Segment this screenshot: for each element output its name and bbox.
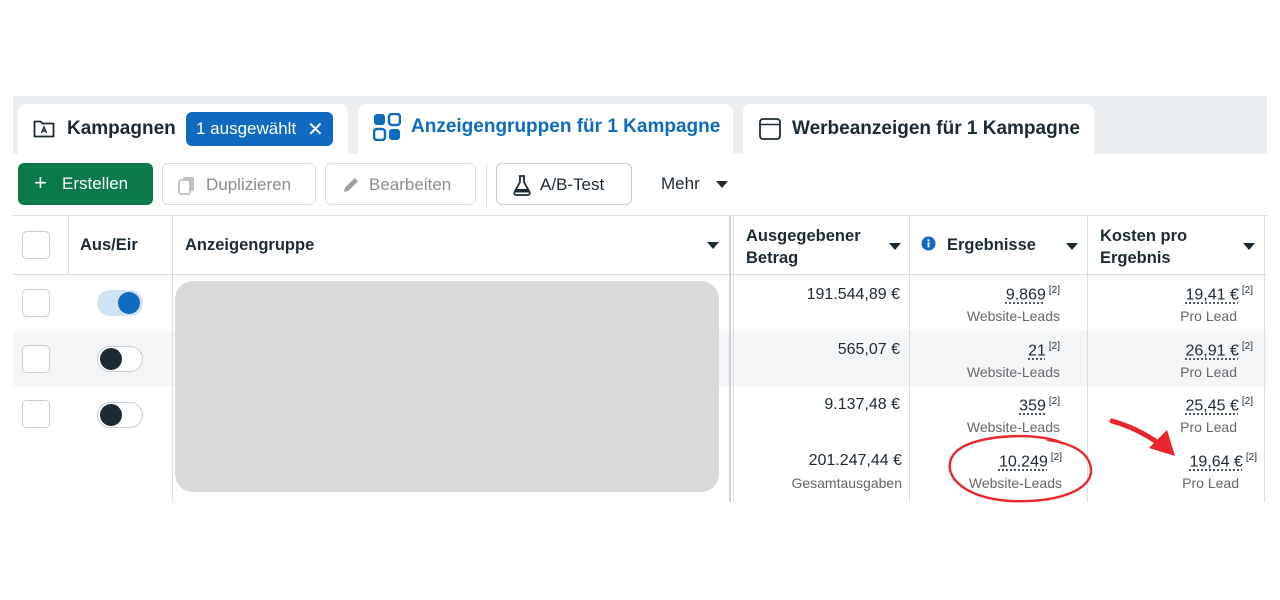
duplicate-button-label: Duplizieren [206, 175, 292, 194]
column-header-adset[interactable]: Anzeigengruppe [185, 234, 314, 256]
results-value[interactable]: 9.869 [2] [1006, 285, 1060, 304]
cost-value[interactable]: 26,91 € [2] [1185, 341, 1253, 360]
flask-icon [512, 174, 532, 201]
column-divider [733, 216, 734, 502]
create-button-label: Erstellen [62, 174, 129, 193]
results-value[interactable]: 359 [2] [1019, 396, 1060, 415]
total-cost-value[interactable]: 19,64 € [2] [1189, 452, 1257, 471]
ad-window-icon [759, 118, 781, 145]
more-button-label: Mehr [661, 174, 700, 193]
ab-test-button[interactable]: A/B-Test [496, 163, 632, 205]
spend-value: 9.137,48 € [824, 396, 900, 413]
table-top-border [13, 215, 1267, 216]
toggle-knob [100, 348, 122, 370]
selection-badge-label: 1 ausgewählt [196, 119, 297, 138]
toggle-knob [118, 292, 140, 314]
sort-chevron-icon[interactable] [889, 243, 901, 250]
results-type: Website-Leads [966, 308, 1060, 324]
edit-button-label: Bearbeiten [369, 175, 452, 194]
row-checkbox[interactable] [22, 400, 50, 428]
cost-number[interactable]: 19,41 € [1185, 286, 1238, 303]
column-header-results[interactable]: Ergebnisse [947, 234, 1036, 256]
frozen-column-divider [729, 216, 731, 502]
status-toggle[interactable] [97, 290, 143, 316]
column-header-cost-line2[interactable]: Ergebnis [1100, 247, 1171, 269]
status-toggle[interactable] [97, 402, 143, 428]
results-number[interactable]: 9.869 [1006, 286, 1046, 303]
cost-number[interactable]: 26,91 € [1185, 342, 1238, 359]
results-number[interactable]: 21 [1028, 342, 1046, 359]
plus-icon: + [34, 170, 47, 195]
column-header-onoff: Aus/Eir [80, 236, 138, 254]
total-cost-type: Pro Lead [1182, 475, 1239, 491]
toolbar-divider [486, 164, 487, 206]
footnote-marker: [2] [1048, 341, 1060, 352]
column-divider [1264, 216, 1265, 502]
edit-button[interactable]: Bearbeiten [325, 163, 476, 205]
results-value[interactable]: 21 [2] [1028, 341, 1060, 360]
cost-type: Pro Lead [1180, 308, 1237, 324]
column-header-spend-line1[interactable]: Ausgegebener [746, 225, 861, 247]
total-spend-label: Gesamtausgaben [791, 475, 902, 491]
results-number[interactable]: 359 [1019, 397, 1046, 414]
cost-value[interactable]: 19,41 € [2] [1185, 285, 1253, 304]
footnote-marker: [2] [1048, 285, 1060, 296]
row-checkbox[interactable] [22, 345, 50, 373]
select-all-checkbox[interactable] [22, 231, 50, 259]
column-divider [172, 216, 173, 502]
duplicate-icon [177, 175, 197, 200]
status-toggle[interactable] [97, 346, 143, 372]
footnote-marker: [2] [1241, 396, 1253, 407]
chevron-down-icon [716, 181, 728, 188]
column-header-spend-line2[interactable]: Betrag [746, 247, 798, 269]
duplicate-button[interactable]: Duplizieren [162, 163, 316, 205]
create-button[interactable]: + Erstellen [18, 163, 153, 205]
tab-campaigns-label: Kampagnen [67, 118, 176, 139]
spend-value: 191.544,89 € [806, 286, 900, 303]
total-cost-number[interactable]: 19,64 € [1189, 453, 1242, 470]
spend-value: 565,07 € [837, 341, 900, 358]
pencil-icon [341, 175, 361, 200]
footnote-marker: [2] [1245, 452, 1257, 463]
results-type: Website-Leads [966, 364, 1060, 380]
footnote-marker: [2] [1048, 396, 1060, 407]
cost-number[interactable]: 25,45 € [1185, 397, 1238, 414]
cost-value[interactable]: 25,45 € [2] [1185, 396, 1253, 415]
ab-test-button-label: A/B-Test [540, 175, 605, 194]
tab-adsets-label: Anzeigengruppen für 1 Kampagne [411, 116, 721, 137]
footnote-marker: [2] [1241, 285, 1253, 296]
adset-grid-icon [372, 112, 402, 146]
highlight-circle-annotation [948, 434, 1093, 503]
header-bottom-border [13, 274, 1267, 275]
column-divider [68, 216, 69, 274]
tab-ads-label: Werbeanzeigen für 1 Kampagne [792, 118, 1080, 139]
more-button[interactable]: Mehr [648, 163, 740, 205]
sort-chevron-icon[interactable] [1066, 243, 1078, 250]
clear-selection-icon[interactable]: ✕ [307, 117, 324, 142]
column-header-cost-line1[interactable]: Kosten pro [1100, 225, 1187, 247]
sort-chevron-icon[interactable] [707, 242, 719, 249]
column-divider [909, 216, 910, 502]
info-icon[interactable] [921, 236, 936, 256]
toggle-knob [100, 404, 122, 426]
selection-badge[interactable]: 1 ausgewählt ✕ [186, 112, 333, 146]
redacted-adset-names [175, 281, 719, 492]
row-checkbox[interactable] [22, 289, 50, 317]
red-arrow-annotation [1109, 418, 1175, 456]
sort-chevron-icon[interactable] [1243, 243, 1255, 250]
total-spend-value: 201.247,44 € [808, 452, 902, 469]
footnote-marker: [2] [1241, 341, 1253, 352]
cost-type: Pro Lead [1180, 364, 1237, 380]
campaign-folder-icon [33, 118, 55, 143]
cost-type: Pro Lead [1180, 419, 1237, 435]
